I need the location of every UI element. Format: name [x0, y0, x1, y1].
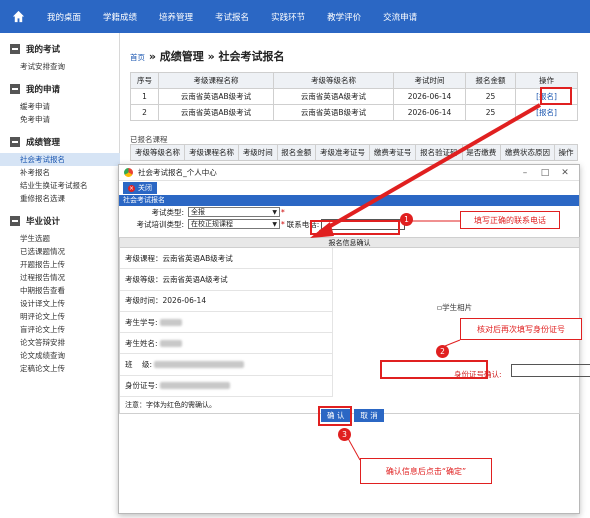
step-badge-3: 3 [338, 428, 351, 441]
step-badge-2: 2 [436, 345, 449, 358]
highlight-register [540, 87, 572, 105]
callout-confirm: 确认信息后点击“确定” [360, 458, 492, 484]
highlight-phone [310, 220, 400, 235]
step-badge-1: 1 [400, 213, 413, 226]
highlight-confirm [318, 406, 352, 426]
highlight-idcard [380, 360, 488, 379]
callout-idcard: 核对后再次填写身份证号 [460, 318, 582, 340]
annotation-arrows [310, 103, 541, 461]
callout-phone: 填写正确的联系电话 [460, 211, 560, 229]
